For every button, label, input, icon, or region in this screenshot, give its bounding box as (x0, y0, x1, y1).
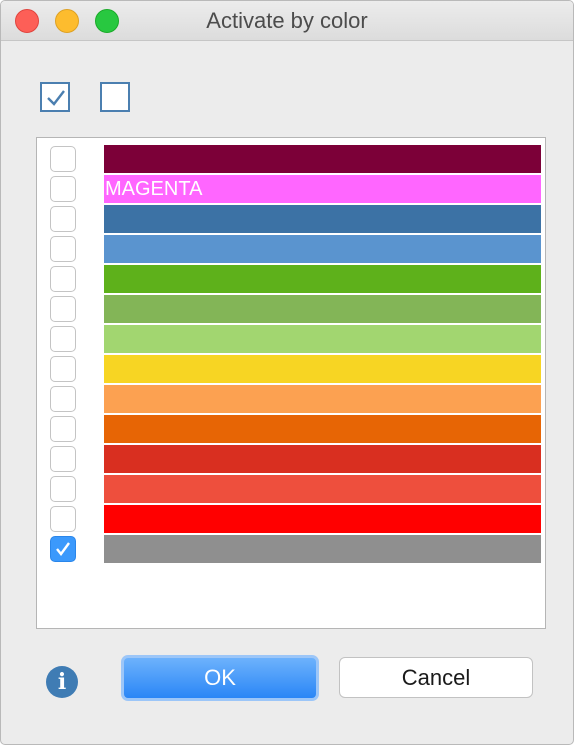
row-checkbox[interactable] (50, 356, 76, 382)
row-checkbox[interactable] (50, 206, 76, 232)
list-item[interactable] (37, 234, 545, 264)
color-swatch[interactable] (104, 235, 541, 263)
checked-box-icon (47, 90, 65, 106)
list-item[interactable] (37, 324, 545, 354)
color-swatch[interactable] (104, 505, 541, 533)
color-swatch[interactable] (104, 265, 541, 293)
list-item[interactable] (37, 474, 545, 504)
title-bar: Activate by color (1, 1, 573, 41)
list-item[interactable]: MAGENTA (37, 174, 545, 204)
color-swatch[interactable] (104, 385, 541, 413)
row-checkbox[interactable] (50, 296, 76, 322)
info-icon[interactable]: i (46, 666, 78, 698)
row-checkbox[interactable] (50, 506, 76, 532)
list-item[interactable] (37, 534, 545, 564)
list-item[interactable] (37, 204, 545, 234)
select-all-button[interactable] (40, 82, 70, 112)
select-none-button[interactable] (100, 82, 130, 112)
window-title: Activate by color (206, 8, 368, 33)
cancel-button[interactable]: Cancel (339, 657, 533, 698)
list-item[interactable] (37, 504, 545, 534)
row-checkbox[interactable] (50, 266, 76, 292)
row-checkbox[interactable] (50, 146, 76, 172)
ok-button[interactable]: OK (121, 655, 319, 701)
row-checkbox[interactable] (50, 446, 76, 472)
row-checkbox[interactable] (50, 236, 76, 262)
row-checkbox[interactable] (50, 326, 76, 352)
list-item[interactable] (37, 354, 545, 384)
list-item[interactable] (37, 294, 545, 324)
row-checkbox[interactable] (50, 176, 76, 202)
dialog-window: Activate by color MAGENTA i OK Cancel (0, 0, 574, 745)
color-swatch[interactable] (104, 535, 541, 563)
list-item[interactable] (37, 384, 545, 414)
color-swatch[interactable] (104, 415, 541, 443)
color-swatch[interactable] (104, 475, 541, 503)
color-list: MAGENTA (36, 137, 546, 629)
color-swatch[interactable] (104, 145, 541, 173)
checkmark-icon (56, 542, 70, 556)
color-swatch[interactable] (104, 295, 541, 323)
color-swatch[interactable] (104, 325, 541, 353)
list-item[interactable] (37, 444, 545, 474)
color-swatch[interactable]: MAGENTA (104, 175, 541, 203)
color-swatch[interactable] (104, 355, 541, 383)
row-checkbox[interactable] (50, 386, 76, 412)
color-swatch[interactable] (104, 205, 541, 233)
row-checkbox[interactable] (50, 476, 76, 502)
color-swatch[interactable] (104, 445, 541, 473)
row-checkbox[interactable] (50, 536, 76, 562)
list-item[interactable] (37, 414, 545, 444)
row-checkbox[interactable] (50, 416, 76, 442)
list-item[interactable] (37, 144, 545, 174)
list-item[interactable] (37, 264, 545, 294)
